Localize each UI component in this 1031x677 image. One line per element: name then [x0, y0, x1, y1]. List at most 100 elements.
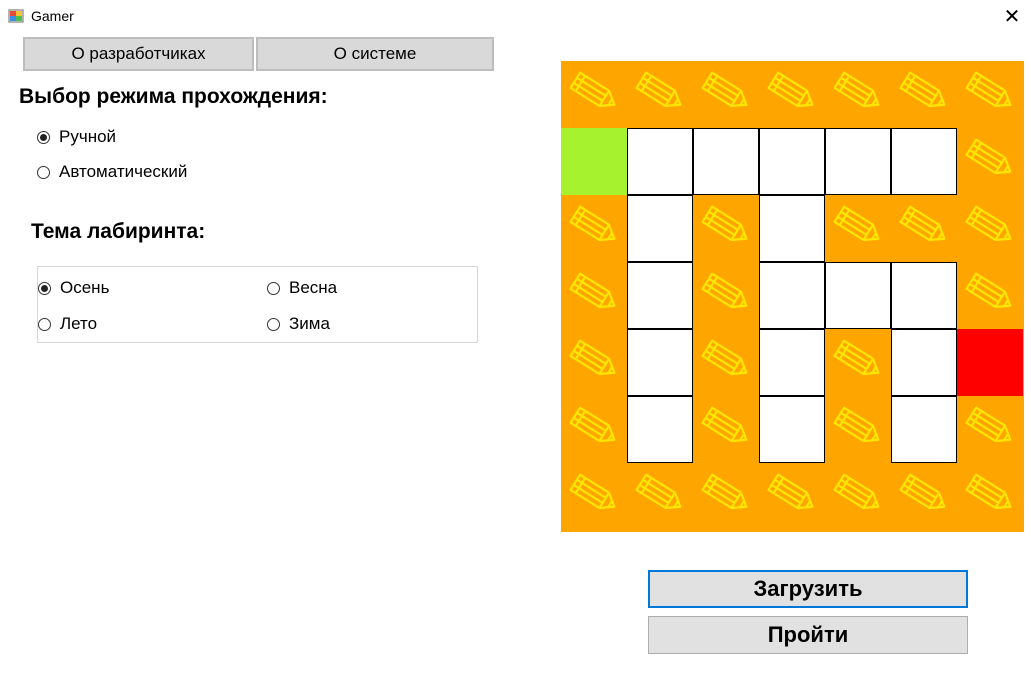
pencil-icon	[899, 473, 946, 510]
maze-wall-cell	[825, 195, 891, 262]
pencil-icon	[833, 339, 880, 376]
maze-path-cell	[759, 329, 825, 396]
maze-path-cell	[627, 262, 693, 329]
pencil-icon	[965, 205, 1012, 242]
pencil-icon	[701, 339, 748, 376]
theme-radio-label: Зима	[289, 314, 330, 333]
maze-wall-cell	[825, 329, 891, 396]
window-title: Gamer	[31, 8, 74, 24]
pencil-icon	[569, 71, 616, 108]
theme-radio-spring[interactable]: Весна	[267, 278, 337, 298]
about-developers-button[interactable]: О разработчиках	[23, 37, 254, 71]
maze-path-cell	[891, 396, 957, 463]
radio-indicator	[267, 281, 280, 295]
maze-wall-cell	[825, 463, 891, 530]
maze-wall-cell	[759, 61, 825, 128]
radio-indicator	[38, 317, 51, 331]
pencil-icon	[965, 138, 1012, 175]
maze-path-cell	[627, 329, 693, 396]
pencil-icon	[701, 272, 748, 309]
theme-heading: Тема лабиринта:	[31, 220, 206, 243]
pencil-icon	[965, 473, 1012, 510]
maze-wall-cell	[561, 262, 627, 329]
pencil-icon	[569, 473, 616, 510]
maze-wall-cell	[825, 396, 891, 463]
pencil-icon	[569, 406, 616, 443]
maze-path-cell	[759, 262, 825, 329]
maze-path-cell	[891, 128, 957, 195]
pencil-icon	[635, 473, 682, 510]
app-window-icon	[8, 9, 24, 23]
maze-path-cell	[627, 195, 693, 262]
maze-wall-cell	[561, 61, 627, 128]
maze-wall-cell	[561, 463, 627, 530]
pencil-icon	[899, 71, 946, 108]
maze-wall-cell	[891, 195, 957, 262]
pencil-icon	[767, 71, 814, 108]
maze-wall-cell	[693, 61, 759, 128]
radio-indicator	[37, 165, 50, 179]
maze-path-cell	[759, 128, 825, 195]
about-system-button[interactable]: О системе	[256, 37, 494, 71]
maze-wall-cell	[957, 463, 1023, 530]
load-button[interactable]: Загрузить	[648, 570, 968, 608]
maze-wall-cell	[561, 329, 627, 396]
maze-wall-cell	[627, 61, 693, 128]
pencil-icon	[569, 339, 616, 376]
theme-radio-autumn[interactable]: Осень	[38, 278, 109, 298]
maze-path-cell	[825, 128, 891, 195]
maze-wall-cell	[693, 463, 759, 530]
maze-wall-cell	[627, 463, 693, 530]
maze-path-cell	[627, 396, 693, 463]
pencil-icon	[701, 473, 748, 510]
mode-radio-label: Автоматический	[59, 162, 188, 181]
maze-path-cell	[825, 262, 891, 329]
pencil-icon	[833, 205, 880, 242]
title-bar: Gamer ✕	[0, 0, 1031, 34]
close-icon[interactable]: ✕	[1000, 6, 1024, 28]
maze-wall-cell	[759, 463, 825, 530]
maze-wall-cell	[957, 195, 1023, 262]
theme-radio-label: Осень	[60, 278, 110, 297]
radio-indicator	[37, 130, 50, 144]
pencil-icon	[569, 205, 616, 242]
maze-wall-cell	[561, 396, 627, 463]
maze-wall-cell	[957, 396, 1023, 463]
pencil-icon	[701, 406, 748, 443]
maze-path-cell	[891, 329, 957, 396]
maze-wall-cell	[693, 262, 759, 329]
maze-exit-cell	[957, 329, 1023, 396]
maze-path-cell	[759, 396, 825, 463]
maze-wall-cell	[891, 61, 957, 128]
maze-wall-cell	[693, 396, 759, 463]
maze-wall-cell	[561, 195, 627, 262]
theme-radio-winter[interactable]: Зима	[267, 314, 330, 334]
mode-radio-auto[interactable]: Автоматический	[37, 162, 187, 182]
theme-radio-label: Весна	[289, 278, 338, 297]
pencil-icon	[701, 205, 748, 242]
pencil-icon	[833, 473, 880, 510]
radio-indicator	[38, 281, 51, 295]
solve-button[interactable]: Пройти	[648, 616, 968, 654]
pencil-icon	[701, 71, 748, 108]
maze-wall-cell	[825, 61, 891, 128]
maze-path-cell	[759, 195, 825, 262]
mode-radio-label: Ручной	[59, 127, 117, 146]
mode-heading: Выбор режима прохождения:	[19, 85, 328, 108]
theme-radio-summer[interactable]: Лето	[38, 314, 97, 334]
maze-wall-cell	[957, 61, 1023, 128]
pencil-icon	[635, 71, 682, 108]
radio-indicator	[267, 317, 280, 331]
pencil-icon	[965, 406, 1012, 443]
maze-path-cell	[627, 128, 693, 195]
pencil-icon	[569, 272, 616, 309]
pencil-icon	[965, 71, 1012, 108]
mode-radio-manual[interactable]: Ручной	[37, 127, 116, 147]
maze-wall-cell	[693, 329, 759, 396]
maze-start-cell	[561, 128, 627, 195]
maze-path-cell	[693, 128, 759, 195]
pencil-icon	[899, 205, 946, 242]
maze-wall-cell	[957, 262, 1023, 329]
maze-board	[561, 61, 1024, 532]
maze-wall-cell	[957, 128, 1023, 195]
